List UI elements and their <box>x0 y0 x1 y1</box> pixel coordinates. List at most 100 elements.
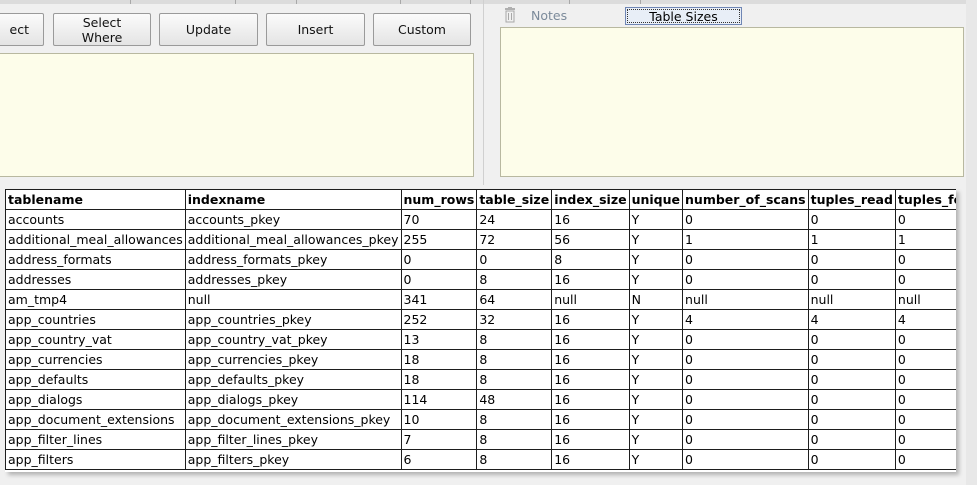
column-header-tablename[interactable]: tablename <box>5 189 186 210</box>
table-row[interactable]: app_dialogs app_dialogs_pkey 114 48 16 Y 0 0 0 <box>5 389 956 410</box>
cell-indexname[interactable]: app_filter_lines_pkey <box>184 429 402 450</box>
cell-tablename[interactable]: app_document_extensions <box>5 409 186 430</box>
cell-tuples-read[interactable]: null <box>807 289 896 310</box>
cell-number-of-scans[interactable]: 0 <box>682 349 809 370</box>
table-row[interactable]: addresses addresses_pkey 0 8 16 Y 0 0 0 <box>5 269 956 290</box>
cell-index-size[interactable]: 16 <box>551 389 630 410</box>
notes-tab[interactable]: Notes <box>531 8 567 23</box>
cell-unique[interactable]: Y <box>628 329 684 350</box>
cell-number-of-scans[interactable]: null <box>682 289 809 310</box>
column-header-tuples-fetched[interactable]: tuples_fetched <box>894 189 956 210</box>
custom-button[interactable]: Custom <box>373 13 471 46</box>
insert-button[interactable]: Insert <box>266 13 365 46</box>
column-header-index-size[interactable]: index_size <box>551 189 630 210</box>
cell-tuples-read[interactable]: 1 <box>807 229 896 250</box>
cell-tuples-fetched[interactable]: 0 <box>894 409 956 430</box>
cell-num-rows[interactable]: 18 <box>400 369 478 390</box>
table-row[interactable]: additional_meal_allowances additional_mea… <box>5 229 956 250</box>
cell-number-of-scans[interactable]: 0 <box>682 369 809 390</box>
cell-table-size[interactable]: 72 <box>476 229 553 250</box>
cell-unique[interactable]: Y <box>628 309 684 330</box>
cell-unique[interactable]: Y <box>628 269 684 290</box>
cell-unique[interactable]: Y <box>628 389 684 410</box>
cell-unique[interactable]: Y <box>628 209 684 230</box>
cell-tuples-fetched[interactable]: null <box>894 289 956 310</box>
cell-unique[interactable]: Y <box>628 349 684 370</box>
cell-index-size[interactable]: 16 <box>551 309 630 330</box>
cell-tuples-fetched[interactable]: 0 <box>894 209 956 230</box>
cell-index-size[interactable]: 16 <box>551 209 630 230</box>
cell-index-size[interactable]: 16 <box>551 329 630 350</box>
cell-tablename[interactable]: am_tmp4 <box>5 289 186 310</box>
window-scrollbar[interactable] <box>966 0 977 485</box>
table-row[interactable]: am_tmp4 null 341 64 null Nnull null null <box>5 289 956 310</box>
cell-tuples-fetched[interactable]: 0 <box>894 249 956 270</box>
cell-indexname[interactable]: addresses_pkey <box>184 269 402 290</box>
cell-index-size[interactable]: 16 <box>551 429 630 450</box>
cell-num-rows[interactable]: 0 <box>400 249 478 270</box>
select-button[interactable]: ect <box>0 13 44 46</box>
cell-num-rows[interactable]: 0 <box>400 269 478 290</box>
cell-table-size[interactable]: 8 <box>476 349 553 370</box>
cell-number-of-scans[interactable]: 0 <box>682 209 809 230</box>
cell-index-size[interactable]: 16 <box>551 409 630 430</box>
cell-tuples-fetched[interactable]: 0 <box>894 389 956 410</box>
cell-tuples-read[interactable]: 0 <box>807 449 896 470</box>
cell-tablename[interactable]: accounts <box>5 209 186 230</box>
table-row[interactable]: app_country_vat app_country_vat_pkey 13 8 16… <box>5 329 956 350</box>
cell-table-size[interactable]: 32 <box>476 309 553 330</box>
cell-tuples-fetched[interactable]: 1 <box>894 229 956 250</box>
cell-unique[interactable]: Y <box>628 409 684 430</box>
cell-tablename[interactable]: app_defaults <box>5 369 186 390</box>
cell-tablename[interactable]: address_formats <box>5 249 186 270</box>
cell-tuples-read[interactable]: 0 <box>807 429 896 450</box>
cell-number-of-scans[interactable]: 1 <box>682 229 809 250</box>
cell-tuples-fetched[interactable]: 0 <box>894 329 956 350</box>
table-row[interactable]: app_countries app_countries_pkey 252 32 16 Y 4… <box>5 309 956 330</box>
cell-number-of-scans[interactable]: 4 <box>682 309 809 330</box>
cell-num-rows[interactable]: 13 <box>400 329 478 350</box>
cell-tuples-fetched[interactable]: 0 <box>894 449 956 470</box>
cell-indexname[interactable]: null <box>184 289 402 310</box>
cell-number-of-scans[interactable]: 0 <box>682 329 809 350</box>
cell-tablename[interactable]: app_filter_lines <box>5 429 186 450</box>
cell-index-size[interactable]: 8 <box>551 249 630 270</box>
cell-index-size[interactable]: 16 <box>551 449 630 470</box>
table-row[interactable]: address_formats address_formats_pkey 0 0 8 Y 0… <box>5 249 956 270</box>
cell-number-of-scans[interactable]: 0 <box>682 389 809 410</box>
cell-tuples-read[interactable]: 0 <box>807 269 896 290</box>
cell-unique[interactable]: Y <box>628 429 684 450</box>
cell-number-of-scans[interactable]: 0 <box>682 449 809 470</box>
cell-tuples-read[interactable]: 0 <box>807 249 896 270</box>
cell-num-rows[interactable]: 341 <box>400 289 478 310</box>
cell-tuples-read[interactable]: 0 <box>807 329 896 350</box>
cell-tuples-fetched[interactable]: 4 <box>894 309 956 330</box>
cell-index-size[interactable]: 16 <box>551 269 630 290</box>
cell-indexname[interactable]: accounts_pkey <box>184 209 402 230</box>
column-header-number-of-scans[interactable]: number_of_scans <box>682 189 809 210</box>
cell-tuples-fetched[interactable]: 0 <box>894 369 956 390</box>
cell-tuples-read[interactable]: 0 <box>807 349 896 370</box>
panel-divider[interactable] <box>483 0 484 185</box>
cell-indexname[interactable]: app_filters_pkey <box>184 449 402 470</box>
cell-number-of-scans[interactable]: 0 <box>682 249 809 270</box>
cell-index-size[interactable]: null <box>551 289 630 310</box>
table-row[interactable]: app_filters app_filters_pkey 6 8 16 Y 0 0 0 <box>5 449 956 470</box>
cell-number-of-scans[interactable]: 0 <box>682 269 809 290</box>
cell-unique[interactable]: Y <box>628 229 684 250</box>
update-button[interactable]: Update <box>159 13 258 46</box>
cell-num-rows[interactable]: 7 <box>400 429 478 450</box>
trash-icon[interactable] <box>503 7 517 23</box>
table-row[interactable]: app_document_extensions app_document_exte… <box>5 409 956 430</box>
cell-number-of-scans[interactable]: 0 <box>682 409 809 430</box>
table-row[interactable]: app_currencies app_currencies_pkey 18 8 16 Y 0… <box>5 349 956 370</box>
cell-index-size[interactable]: 16 <box>551 369 630 390</box>
cell-table-size[interactable]: 8 <box>476 369 553 390</box>
cell-num-rows[interactable]: 255 <box>400 229 478 250</box>
cell-tuples-fetched[interactable]: 0 <box>894 429 956 450</box>
cell-num-rows[interactable]: 70 <box>400 209 478 230</box>
cell-tablename[interactable]: app_country_vat <box>5 329 186 350</box>
notes-editor[interactable] <box>500 27 964 177</box>
cell-tuples-read[interactable]: 0 <box>807 209 896 230</box>
cell-table-size[interactable]: 64 <box>476 289 553 310</box>
